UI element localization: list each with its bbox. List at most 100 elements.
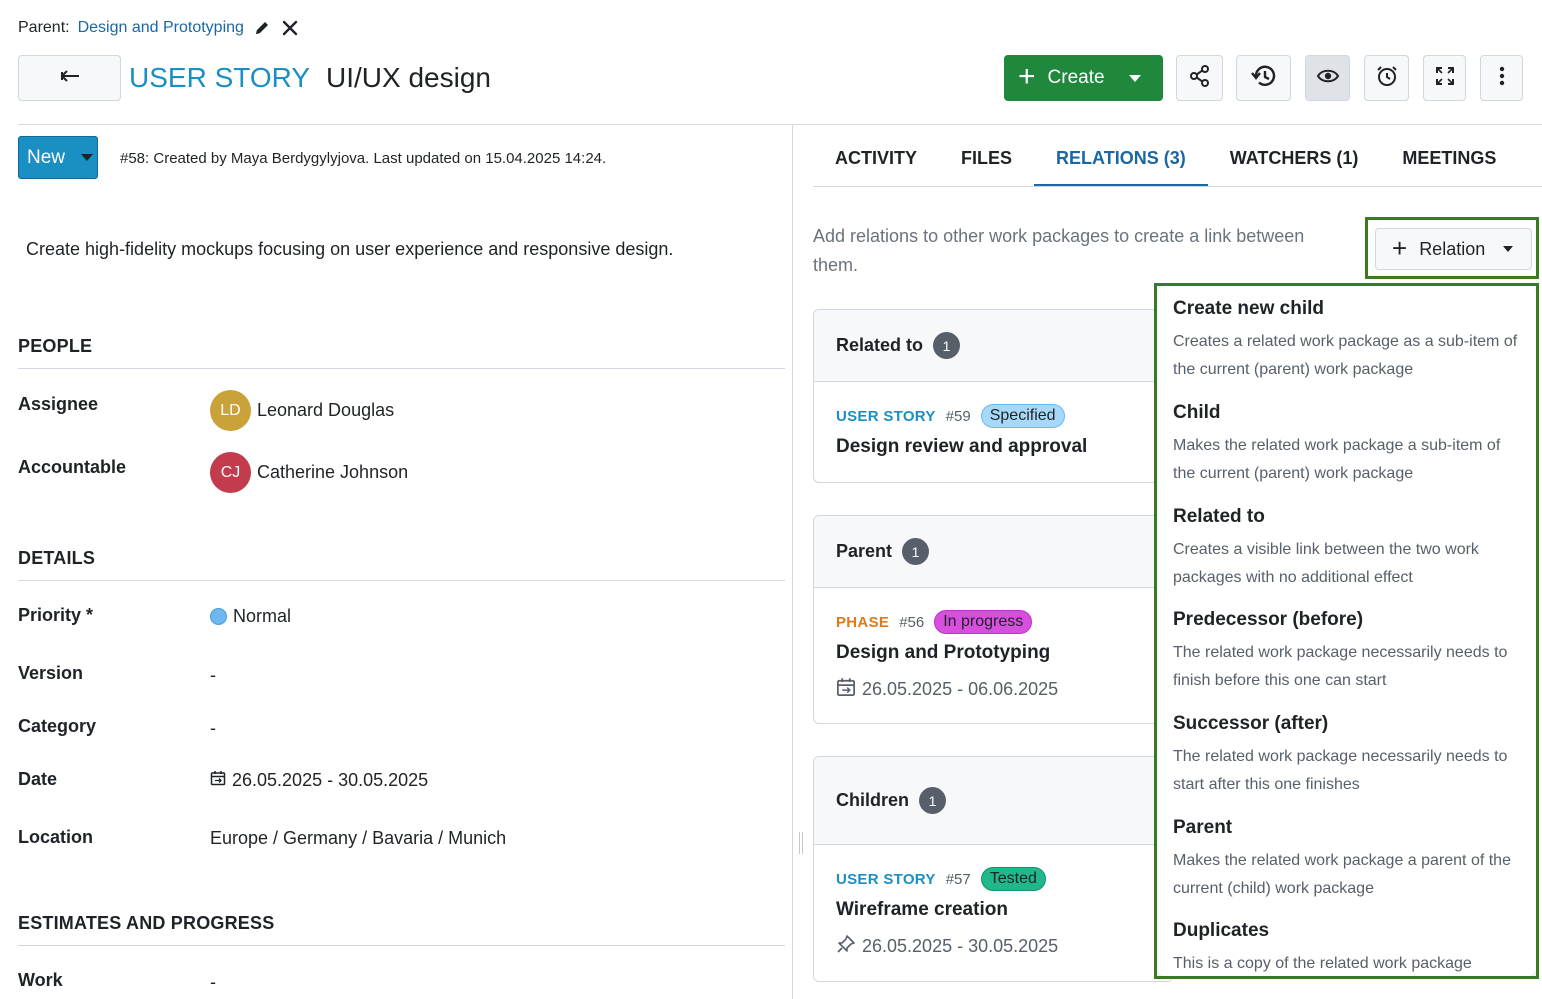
section-divider [18, 945, 785, 946]
assignee-label: Assignee [18, 394, 99, 414]
menu-item-parent[interactable]: Parent Makes the related work package a … [1157, 817, 1536, 902]
group-title: Related to [836, 335, 924, 355]
kebab-menu-icon [1499, 66, 1505, 91]
create-button[interactable]: + Create [1004, 55, 1163, 101]
eye-icon [1316, 64, 1340, 93]
priority-text: Normal [233, 605, 292, 626]
watch-button[interactable] [1305, 55, 1350, 101]
history-button[interactable] [1236, 55, 1291, 101]
assignee-name: Leonard Douglas [257, 400, 395, 420]
wp-type: USER STORY [836, 407, 936, 425]
menu-item-title: Predecessor (before) [1173, 609, 1364, 630]
wp-type: USER STORY [836, 870, 936, 888]
menu-item-create-new-child[interactable]: Create new child Creates a related work … [1157, 298, 1536, 383]
group-title: Children [836, 790, 910, 810]
relation-group-parent: Parent 1 PHASE #56 In progress Design an… [813, 515, 1173, 724]
relation-group-related: Related to 1 USER STORY #59 Specified De… [813, 309, 1173, 483]
date-text: 26.05.2025 - 30.05.2025 [232, 769, 429, 790]
pane-resize-handle[interactable] [799, 832, 803, 854]
menu-item-desc: Creates a related work package as a sub-… [1173, 333, 1518, 378]
wp-subject[interactable]: Design review and approval [836, 436, 1150, 462]
reminder-button[interactable] [1364, 55, 1409, 101]
assignee-value[interactable]: LD Leonard Douglas [210, 390, 394, 431]
date-value[interactable]: 26.05.2025 - 30.05.2025 [210, 767, 428, 793]
location-value[interactable]: Europe / Germany / Bavaria / Munich [210, 825, 506, 851]
work-package-subject[interactable]: UI/UX design [326, 62, 491, 94]
share-icon [1188, 64, 1212, 93]
pane-divider [792, 125, 793, 999]
tab-relations[interactable]: RELATIONS (3) [1034, 138, 1208, 186]
menu-item-child[interactable]: Child Makes the related work package a s… [1157, 402, 1536, 487]
parent-link[interactable]: Design and Prototyping [78, 19, 244, 37]
location-label: Location [18, 827, 93, 847]
wp-date-text: 26.05.2025 - 30.05.2025 [862, 935, 1059, 956]
menu-item-title: Successor (after) [1173, 713, 1329, 734]
parent-breadcrumb: Parent: Design and Prototyping [18, 17, 300, 39]
tab-watchers[interactable]: WATCHERS (1) [1208, 138, 1381, 186]
menu-item-title: Related to [1173, 506, 1265, 527]
date-label: Date [18, 769, 58, 789]
version-label: Version [18, 663, 84, 683]
fullscreen-button[interactable] [1423, 55, 1466, 101]
group-header: Parent 1 [814, 516, 1172, 588]
expand-icon [1434, 65, 1456, 92]
count-badge: 1 [919, 787, 947, 814]
wp-id[interactable]: #59 [946, 408, 971, 425]
menu-item-predecessor[interactable]: Predecessor (before) The related work pa… [1157, 609, 1536, 694]
accountable-value[interactable]: CJ Catherine Johnson [210, 452, 408, 493]
menu-item-desc: This is a copy of the related work packa… [1173, 955, 1472, 972]
relation-type-menu: Create new child Creates a related work … [1154, 283, 1539, 979]
create-label: Create [1047, 67, 1105, 88]
tab-activity[interactable]: ACTIVITY [813, 138, 939, 186]
more-button[interactable] [1480, 55, 1523, 101]
menu-item-desc: Creates a visible link between the two w… [1173, 541, 1479, 586]
caret-down-icon [1503, 246, 1514, 252]
relation-label: Relation [1419, 238, 1486, 259]
menu-panel: Create new child Creates a related work … [1157, 286, 1536, 976]
menu-item-successor[interactable]: Successor (after) The related work packa… [1157, 713, 1536, 798]
work-label: Work [18, 970, 63, 990]
details-heading: DETAILS [18, 548, 96, 568]
close-icon[interactable] [280, 18, 300, 38]
menu-item-duplicates[interactable]: Duplicates This is a copy of the related… [1157, 920, 1536, 976]
group-title: Parent [836, 541, 893, 561]
menu-item-related-to[interactable]: Related to Creates a visible link betwee… [1157, 506, 1536, 591]
wp-type: PHASE [836, 613, 890, 631]
priority-dot-icon [210, 607, 227, 625]
tab-files[interactable]: FILES [939, 138, 1034, 186]
priority-value[interactable]: Normal [210, 603, 291, 629]
status-button[interactable]: New [18, 136, 98, 179]
history-icon [1250, 62, 1278, 95]
description[interactable]: Create high-fidelity mockups focusing on… [26, 239, 673, 263]
wp-date: 26.05.2025 - 30.05.2025 [836, 933, 1150, 959]
pencil-icon[interactable] [252, 18, 272, 38]
wp-id[interactable]: #57 [946, 871, 971, 888]
status-badge: Specified [980, 404, 1065, 428]
tab-meetings[interactable]: MEETINGS [1380, 138, 1518, 186]
category-value[interactable]: - [210, 715, 216, 741]
wp-id[interactable]: #56 [899, 614, 924, 631]
wp-date-text: 26.05.2025 - 06.06.2025 [862, 678, 1059, 699]
back-button[interactable] [18, 55, 121, 101]
header-divider [18, 124, 1542, 125]
caret-down-icon [1128, 74, 1141, 82]
group-header: Children 1 [814, 757, 1172, 845]
work-package-meta: #58: Created by Maya Berdygylyjova. Last… [120, 150, 607, 167]
menu-item-title: Duplicates [1173, 920, 1270, 941]
add-relation-button[interactable]: + Relation [1375, 228, 1532, 270]
caret-down-icon [81, 154, 94, 161]
accountable-label: Accountable [18, 457, 127, 477]
priority-label: Priority * [18, 605, 94, 625]
menu-item-title: Create new child [1173, 298, 1324, 319]
wp-subject[interactable]: Wireframe creation [836, 899, 1150, 925]
work-value[interactable]: - [210, 969, 216, 995]
version-value[interactable]: - [210, 662, 216, 688]
alarm-clock-icon [1375, 64, 1399, 93]
menu-item-desc: Makes the related work package a sub-ite… [1173, 437, 1501, 482]
status-label: New [27, 146, 66, 168]
menu-item-title: Child [1173, 402, 1221, 423]
share-button[interactable] [1176, 55, 1223, 101]
tab-bar: ACTIVITY FILES RELATIONS (3) WATCHERS (1… [813, 138, 1518, 186]
avatar: LD [210, 390, 251, 431]
wp-subject[interactable]: Design and Prototyping [836, 642, 1150, 668]
